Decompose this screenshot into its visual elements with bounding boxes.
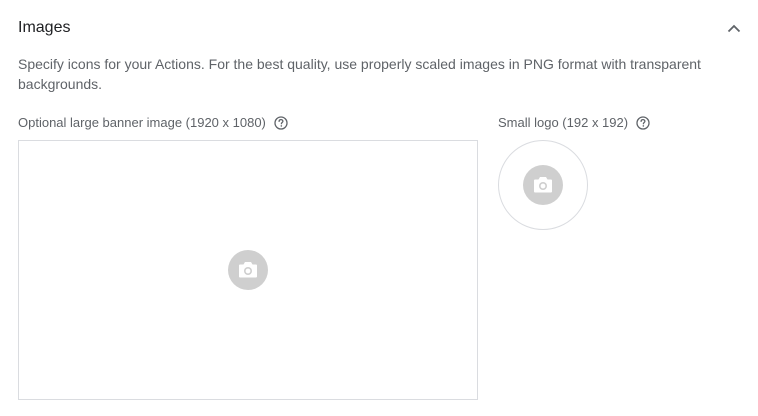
chevron-up-icon <box>727 24 741 32</box>
camera-icon <box>228 250 268 290</box>
banner-image-upload[interactable] <box>18 140 478 400</box>
logo-label-row: Small logo (192 x 192) <box>498 114 650 132</box>
collapse-section-button[interactable] <box>722 16 746 40</box>
section-description: Specify icons for your Actions. For the … <box>18 56 701 92</box>
help-icon[interactable] <box>274 116 288 130</box>
banner-label: Optional large banner image (1920 x 1080… <box>18 115 266 130</box>
logo-label: Small logo (192 x 192) <box>498 115 629 130</box>
logo-image-upload[interactable] <box>498 140 588 230</box>
banner-label-row: Optional large banner image (1920 x 1080… <box>18 114 288 132</box>
help-icon[interactable] <box>636 116 650 130</box>
section-title: Images <box>18 19 71 36</box>
camera-icon <box>523 165 563 205</box>
